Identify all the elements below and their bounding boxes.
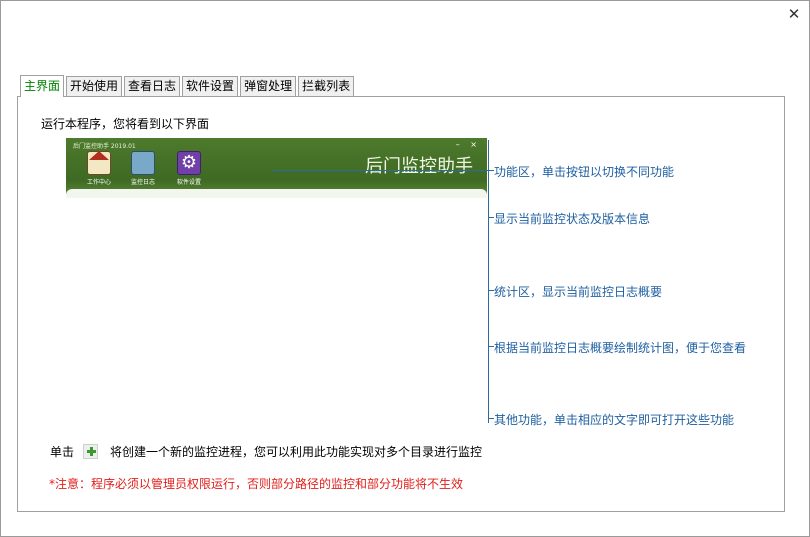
app-preview-image: 后门监控助手 2019.01 – × 后门监控助手 工作中心 监控日志 软件设置 (66, 138, 487, 198)
annotation-other-functions: 其他功能，单击相应的文字即可打开这些功能 (494, 413, 735, 427)
annotation-status: 显示当前监控状态及版本信息 (494, 212, 651, 226)
tab-getting-started[interactable]: 开始使用 (66, 76, 123, 96)
tab-main[interactable]: 主界面 (20, 75, 65, 97)
tab-bar: 主界面 开始使用 查看日志 软件设置 弹窗处理 拦截列表 (20, 75, 356, 97)
log-icon (131, 151, 155, 175)
add-monitor-instruction: 单击 将创建一个新的监控进程，您可以利用此功能实现对多个目录进行监控 (50, 443, 482, 460)
annotation-bracket (488, 140, 489, 423)
preview-tool-work-center: 工作中心 (81, 151, 117, 186)
add-instruction-prefix: 单击 (50, 445, 75, 459)
preview-window-controls: – × (455, 140, 481, 149)
preview-title: 后门监控助手 2019.01 (73, 143, 136, 150)
gear-icon (177, 151, 201, 175)
annotation-function-area: 功能区，单击按钮以切换不同功能 (494, 165, 675, 179)
add-instruction-suffix: 将创建一个新的监控进程，您可以利用此功能实现对多个目录进行监控 (110, 445, 483, 459)
intro-text: 运行本程序，您将看到以下界面 (41, 117, 210, 131)
preview-tool-label: 工作中心 (86, 179, 111, 186)
preview-tool-settings: 软件设置 (171, 151, 207, 186)
home-icon (87, 151, 111, 175)
preview-brand: 后门监控助手 (365, 156, 473, 177)
preview-tool-monitor-log: 监控日志 (125, 151, 161, 186)
close-icon: ✕ (787, 5, 801, 23)
tab-block-list[interactable]: 拦截列表 (298, 76, 355, 96)
preview-body (66, 189, 487, 198)
close-button[interactable]: ✕ (785, 5, 803, 23)
annotation-stats-area: 统计区，显示当前监控日志概要 (494, 285, 663, 299)
admin-warning: *注意：程序必须以管理员权限运行，否则部分路径的监控和部分功能将不生效 (49, 477, 464, 491)
tab-view-log[interactable]: 查看日志 (124, 76, 181, 96)
function-area-pointer (272, 170, 489, 171)
tab-popup-handling[interactable]: 弹窗处理 (240, 76, 297, 96)
preview-tool-label: 软件设置 (176, 179, 201, 186)
preview-tool-label: 监控日志 (130, 179, 155, 186)
plus-icon (83, 444, 99, 459)
tab-settings[interactable]: 软件设置 (182, 76, 239, 96)
annotation-chart: 根据当前监控日志概要绘制统计图，便于您查看 (494, 341, 747, 355)
